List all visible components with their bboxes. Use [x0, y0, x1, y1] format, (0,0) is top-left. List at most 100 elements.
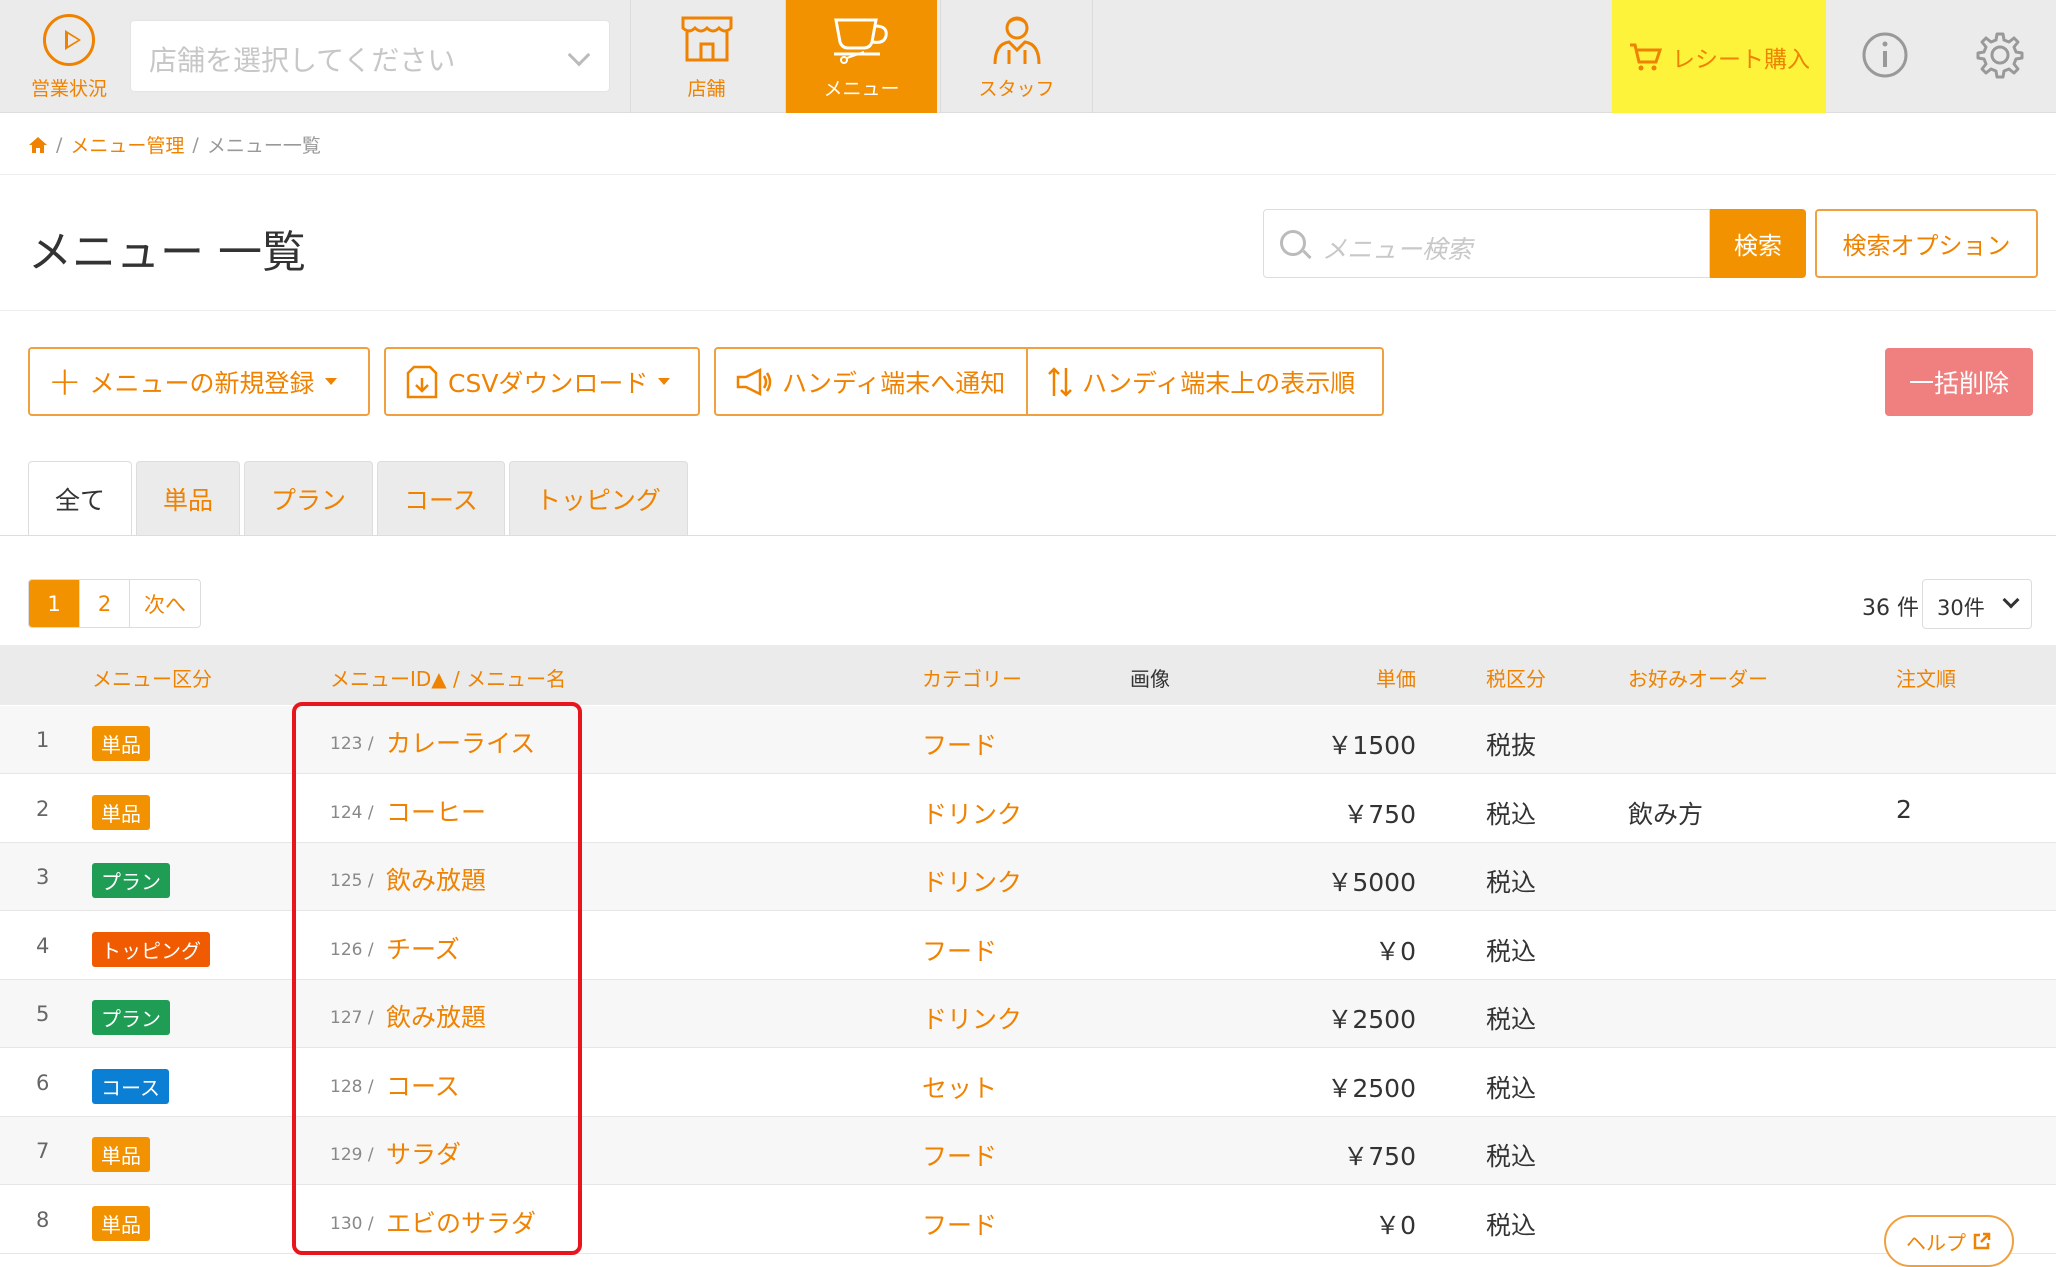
top-bar: 営業状況 店舗を選択してください 店舗 メニュー スタッフ レシート購入: [0, 0, 2056, 113]
nav-tab-store[interactable]: 店舗: [630, 0, 782, 113]
header-order[interactable]: 注文順: [1896, 663, 1956, 692]
table-row: 1 単品 123 / カレーライス フード ￥1500 税抜: [0, 706, 2056, 774]
page-title: メニュー 一覧: [28, 227, 306, 278]
plus-icon: +: [48, 358, 82, 405]
store-icon: [681, 16, 732, 62]
unit-price: ￥0: [1375, 936, 1416, 966]
tab-topping[interactable]: トッピング: [508, 461, 688, 536]
gear-icon[interactable]: [1975, 30, 2025, 80]
table-row: 8 単品 130 / エビのサラダ フード ￥0 税込: [0, 1186, 2056, 1254]
unit-price: ￥750: [1343, 1142, 1416, 1171]
category-link[interactable]: フード: [922, 726, 997, 762]
home-icon[interactable]: [28, 136, 48, 154]
tab-underline: [0, 535, 2056, 536]
file-download-icon: [406, 365, 438, 398]
store-select[interactable]: 店舗を選択してください: [130, 20, 610, 92]
external-link-icon: [1973, 1232, 1991, 1250]
business-status-button[interactable]: 営業状況: [18, 14, 120, 104]
search-options-button[interactable]: 検索オプション: [1815, 209, 2038, 278]
tax-type: 税込: [1486, 1005, 1537, 1034]
info-icon[interactable]: [1860, 30, 1910, 80]
chevron-down-icon: [2002, 591, 2020, 609]
table-row: 4 トッピング 126 / チーズ フード ￥0 税込: [0, 912, 2056, 980]
header-image: 画像: [1130, 667, 1170, 691]
breadcrumb-menu-management[interactable]: メニュー管理: [70, 131, 184, 158]
menu-name-link[interactable]: 飲み放題: [386, 861, 486, 897]
divider: [0, 174, 2056, 175]
caret-down-icon: [324, 378, 337, 385]
search-button[interactable]: 検索: [1710, 209, 1806, 278]
caret-down-icon: [658, 378, 671, 385]
help-button[interactable]: ヘルプ: [1884, 1215, 2014, 1267]
row-number: 7: [36, 1139, 50, 1163]
receipt-purchase-button[interactable]: レシート購入: [1612, 0, 1826, 113]
menu-name-link[interactable]: コース: [386, 1067, 460, 1103]
category-link[interactable]: フード: [922, 1206, 997, 1242]
header-menu-type[interactable]: メニュー区分: [92, 663, 212, 692]
unit-price: ￥2500: [1327, 1073, 1416, 1103]
row-number: 6: [36, 1070, 50, 1095]
menu-name-link[interactable]: サラダ: [386, 1135, 461, 1171]
table-row: 6 コース 128 / コース セット ￥2500 税込: [0, 1049, 2056, 1117]
csv-download-label: CSVダウンロード: [448, 368, 649, 398]
table-row: 3 プラン 125 / 飲み放題 ドリンク ￥5000 税込: [0, 843, 2056, 911]
notify-handy-button[interactable]: ハンディ端末へ通知: [714, 347, 1028, 416]
unit-price: ￥750: [1343, 799, 1416, 829]
tax-type: 税込: [1486, 799, 1537, 829]
unit-price: ￥5000: [1327, 868, 1416, 897]
next-page-button[interactable]: 次へ: [129, 580, 200, 627]
table-row: 7 単品 129 / サラダ フード ￥750 税込: [0, 1117, 2056, 1185]
menu-name-link[interactable]: 飲み放題: [386, 998, 486, 1034]
handy-display-order-label: ハンディ端末上の表示順: [1082, 368, 1356, 398]
tab-course[interactable]: コース: [377, 461, 505, 536]
category-link[interactable]: セット: [922, 1069, 997, 1105]
notify-handy-label: ハンディ端末へ通知: [782, 368, 1006, 398]
tab-plan[interactable]: プラン: [244, 461, 374, 536]
header-price[interactable]: 単価: [1376, 663, 1416, 692]
tax-type: 税込: [1486, 868, 1537, 897]
tax-type: 税込: [1486, 1142, 1537, 1171]
menu-search-input[interactable]: メニュー検索: [1263, 209, 1710, 278]
header-category[interactable]: カテゴリー: [922, 663, 1022, 692]
header-menu-id-name[interactable]: メニューID▲ / メニュー名: [330, 663, 566, 692]
chevron-down-icon: [567, 43, 591, 67]
menu-id: 126 /: [330, 939, 374, 960]
nav-tab-menu[interactable]: メニュー: [785, 0, 937, 113]
category-link[interactable]: ドリンク: [922, 1000, 1022, 1036]
preference-order: 飲み方: [1628, 799, 1704, 829]
menu-name-link[interactable]: チーズ: [386, 930, 460, 966]
category-link[interactable]: ドリンク: [922, 863, 1022, 899]
menu-name-link[interactable]: カレーライス: [386, 724, 535, 760]
pagination: 1 2 次へ: [28, 579, 201, 628]
category-link[interactable]: フード: [922, 932, 997, 968]
tab-all[interactable]: 全て: [28, 461, 133, 536]
megaphone-icon: [736, 367, 772, 396]
search-icon: [1280, 230, 1306, 256]
play-circle-icon: [43, 14, 95, 66]
unit-price: ￥2500: [1327, 1005, 1416, 1034]
tab-single[interactable]: 単品: [136, 461, 241, 536]
new-menu-button[interactable]: + メニューの新規登録: [28, 347, 370, 416]
nav-tab-staff[interactable]: スタッフ: [940, 0, 1092, 113]
bulk-delete-button[interactable]: 一括削除: [1885, 348, 2033, 416]
business-status-label: 営業状況: [30, 78, 107, 100]
per-page-select[interactable]: 30件: [1922, 579, 2032, 629]
category-link[interactable]: ドリンク: [922, 795, 1022, 831]
menu-type-badge: プラン: [92, 1000, 170, 1035]
menu-name-link[interactable]: エビのサラダ: [386, 1204, 536, 1240]
page-2-button[interactable]: 2: [79, 580, 129, 627]
cart-icon: [1630, 43, 1662, 70]
menu-name-link[interactable]: コーヒー: [386, 793, 486, 829]
order-number: 2: [1896, 794, 1912, 824]
menu-id: 130 /: [330, 1213, 374, 1234]
header-tax[interactable]: 税区分: [1486, 663, 1546, 692]
handy-display-order-button[interactable]: ハンディ端末上の表示順: [1026, 347, 1384, 416]
menu-id: 129 /: [330, 1145, 374, 1165]
tax-type: 税込: [1486, 1210, 1537, 1240]
divider: [0, 310, 2056, 311]
csv-download-button[interactable]: CSVダウンロード: [384, 347, 700, 416]
row-number: 4: [36, 933, 50, 958]
page-1-button[interactable]: 1: [29, 580, 79, 627]
header-preference-order[interactable]: お好みオーダー: [1628, 663, 1768, 692]
category-link[interactable]: フード: [922, 1137, 997, 1173]
